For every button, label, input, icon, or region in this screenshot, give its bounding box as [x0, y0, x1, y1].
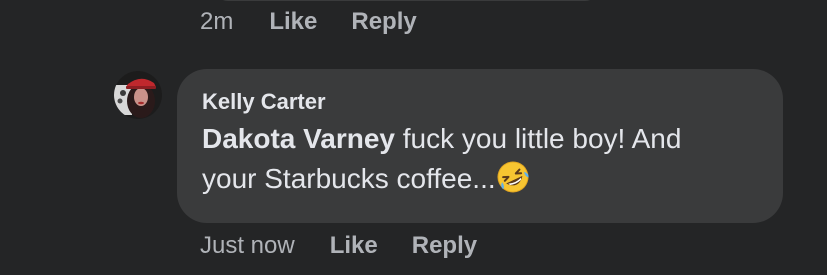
comment-text: Dakota Varney fuck you little boy! And yo… [202, 119, 772, 199]
previous-comment-like-button[interactable]: Like [269, 8, 317, 36]
like-button[interactable]: Like [330, 232, 378, 260]
comment-actions: Just now Like Reply [200, 230, 477, 262]
previous-comment-reply-button[interactable]: Reply [351, 8, 416, 36]
comment-author[interactable]: Kelly Carter [202, 89, 326, 115]
reply-button[interactable]: Reply [412, 232, 477, 260]
avatar[interactable] [114, 71, 162, 119]
comment-text-line1: fuck you little boy! And [395, 123, 682, 154]
rolling-on-the-floor-laughing-emoji-icon [496, 160, 530, 194]
avatar-photo-icon [114, 71, 162, 119]
comment-bubble: Kelly Carter Dakota Varney fuck you litt… [177, 69, 783, 223]
previous-comment-timestamp: 2m [200, 8, 234, 35]
comment-timestamp: Just now [200, 232, 295, 259]
comment-text-line2: your Starbucks coffee... [202, 163, 496, 194]
previous-comment-actions: 2m Like Reply [200, 6, 417, 38]
previous-comment-bubble [214, 0, 599, 1]
comment-mention[interactable]: Dakota Varney [202, 123, 395, 154]
